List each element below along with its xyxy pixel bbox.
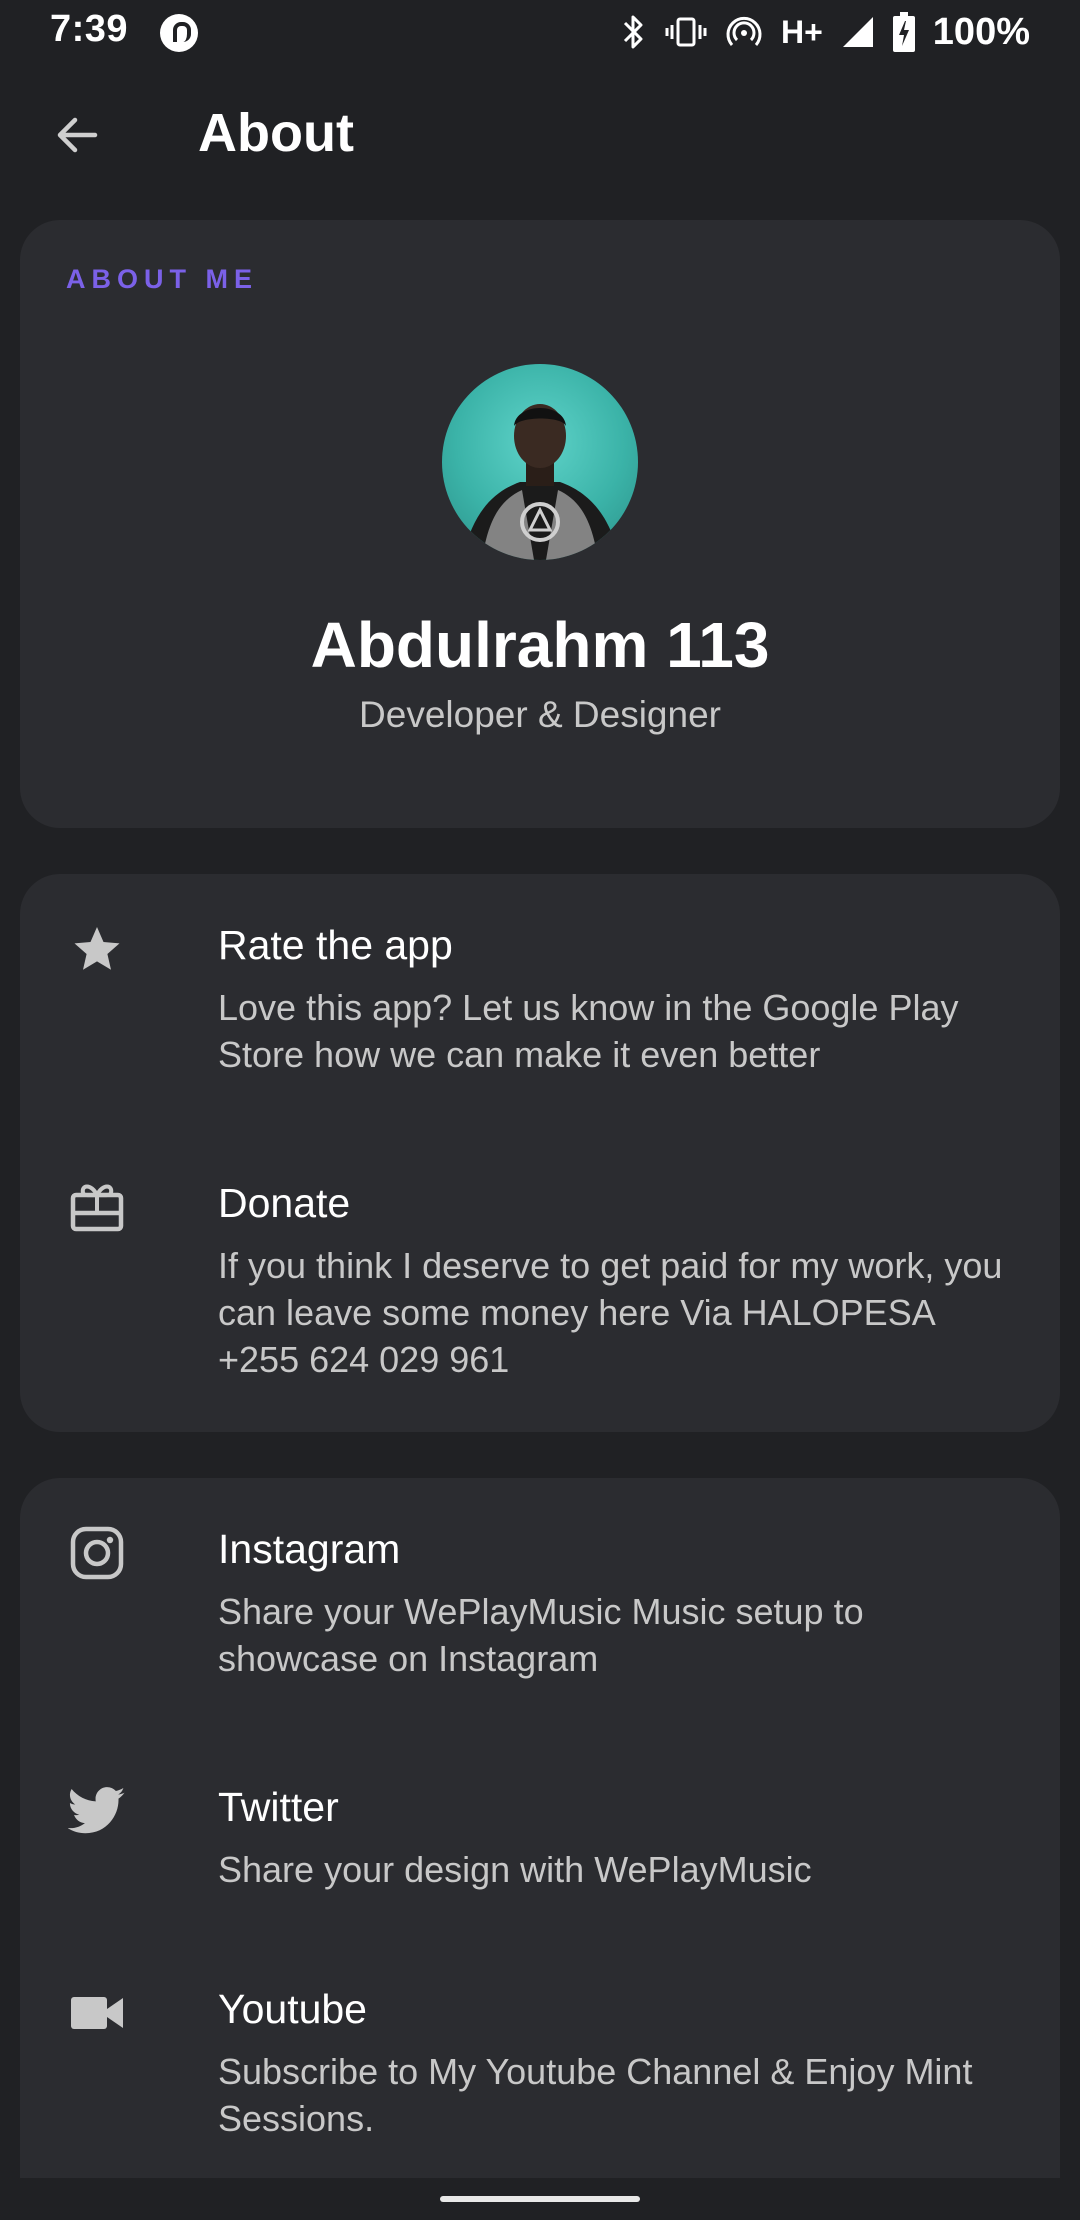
notification-app-icon	[160, 14, 198, 52]
section-label: ABOUT ME	[66, 264, 258, 294]
list-item-subtitle: Share your WePlayMusic Music setup to sh…	[218, 1591, 864, 1679]
list-item-title: Youtube	[218, 1986, 367, 2032]
list-item-subtitle: Love this app? Let us know in the Google…	[218, 987, 959, 1075]
twitter-icon	[66, 1780, 128, 1842]
profile-role: Developer & Designer	[359, 694, 721, 735]
back-button[interactable]	[34, 92, 120, 178]
app-bar: About	[0, 64, 1080, 204]
list-item-donate[interactable]: Donate If you think I deserve to get pai…	[20, 1132, 1060, 1432]
actions-card: Rate the app Love this app? Let us know …	[20, 874, 1060, 1432]
network-type: H+	[781, 13, 823, 50]
page-title: About	[198, 103, 354, 163]
status-time: 7:39	[50, 8, 129, 50]
list-item-title: Twitter	[218, 1784, 339, 1830]
arrow-left-icon	[57, 117, 98, 153]
video-camera-icon	[66, 1982, 128, 2044]
hotspot-icon	[726, 16, 762, 46]
instagram-icon	[66, 1522, 128, 1584]
list-item-subtitle: Subscribe to My Youtube Channel & Enjoy …	[218, 2051, 973, 2139]
list-item-title: Donate	[218, 1180, 351, 1226]
profile-photo	[462, 404, 620, 560]
status-bar: 7:39 H+ 100%	[0, 0, 1080, 64]
avatar	[442, 364, 638, 560]
profile-name: Abdulrahm 113	[310, 609, 770, 681]
about-screen: 7:39 H+ 100% About ABOUT ME Abdulrahm 11…	[0, 0, 1080, 2220]
list-item-title: Rate the app	[218, 922, 453, 968]
list-item-youtube[interactable]: Youtube Subscribe to My Youtube Channel …	[20, 1938, 1060, 2178]
gesture-nav-handle[interactable]	[440, 2196, 640, 2202]
about-me-card: ABOUT ME Abdulrahm 113 Developer & Desig…	[20, 220, 1060, 828]
list-item-subtitle: If you think I deserve to get paid for m…	[218, 1245, 1003, 1380]
gift-icon	[66, 1176, 128, 1238]
list-item-twitter[interactable]: Twitter Share your design with WePlayMus…	[20, 1736, 1060, 1942]
battery-percent: 100%	[932, 10, 1030, 53]
star-icon	[66, 918, 128, 980]
social-card: Instagram Share your WePlayMusic Music s…	[20, 1478, 1060, 2178]
status-icons: H+ 100%	[619, 8, 1030, 56]
list-item-title: Instagram	[218, 1526, 401, 1572]
battery-charging-icon	[892, 12, 915, 52]
vibrate-icon	[665, 17, 707, 47]
signal-icon	[842, 17, 873, 47]
bluetooth-icon	[623, 15, 643, 49]
list-item-rate-app[interactable]: Rate the app Love this app? Let us know …	[20, 874, 1060, 1132]
list-item-instagram[interactable]: Instagram Share your WePlayMusic Music s…	[20, 1478, 1060, 1738]
list-item-subtitle: Share your design with WePlayMusic	[218, 1849, 812, 1890]
